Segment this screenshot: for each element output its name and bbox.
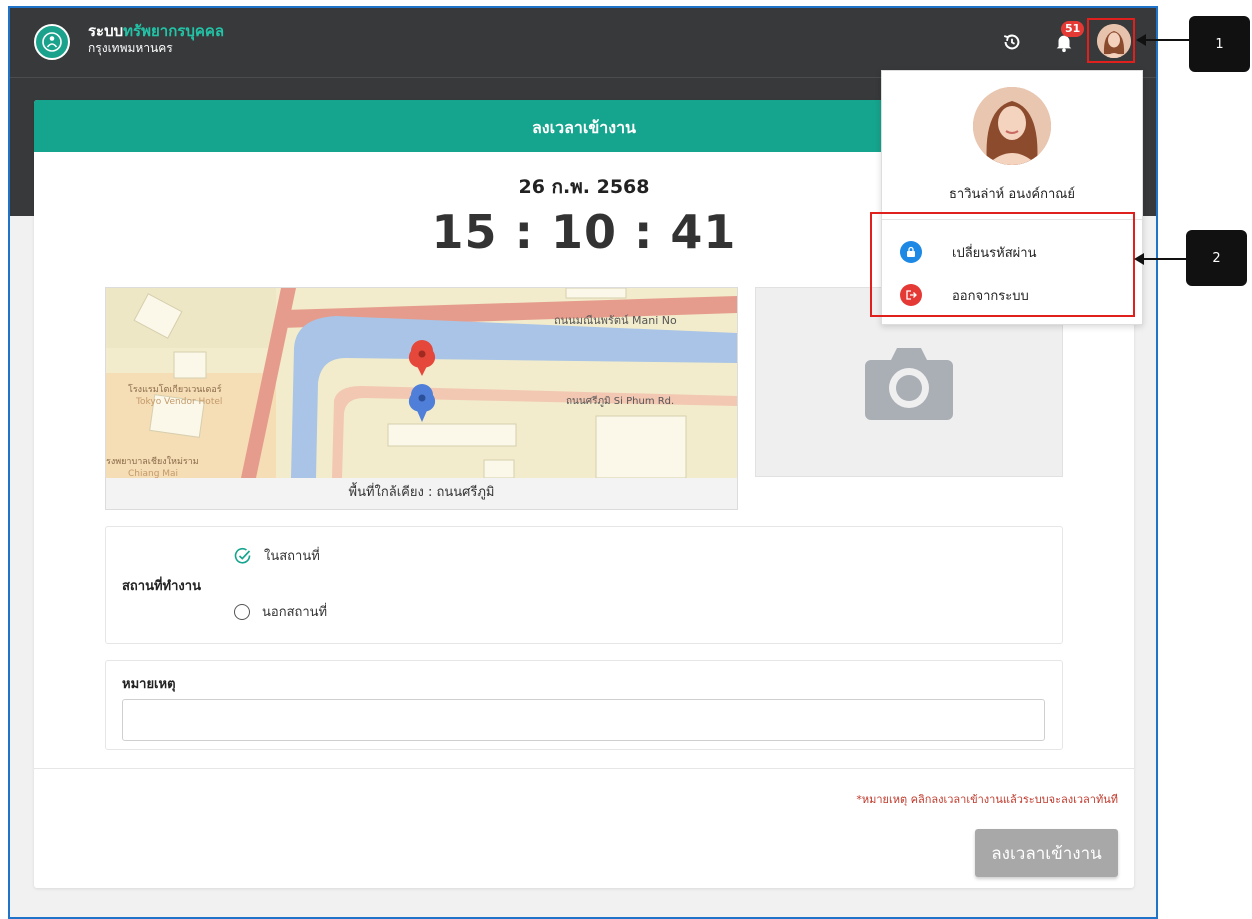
check-circle-icon[interactable] [234,547,252,565]
radio-offsite-label: นอกสถานที่ [262,605,328,620]
notification-badge: 51 [1061,21,1085,37]
callout-1: 1 [1189,16,1250,72]
profile-name: ธาวินล่าห์ อนงค์กาณย์ [949,187,1075,202]
work-location-label: สถานที่ทำงาน [122,579,201,594]
callout-arrow-1 [1136,34,1190,46]
app-window: ระบบทรัพยากรบุคคล กรุงเทพมหานคร 51 ลงเวล… [8,6,1158,919]
map-canvas[interactable]: ถนนมณีนพรัตน์ Mani No ถนนศรีภูมิ Si Phum… [106,288,737,478]
checkin-hint: *หมายเหตุ คลิกลงเวลาเข้างานแล้วระบบจะลงเ… [856,793,1118,806]
callout-arrow-2 [1134,253,1186,265]
profile-avatar [973,87,1051,165]
map-poi-label: Chiang Mai [128,469,178,478]
history-icon[interactable] [998,28,1026,56]
work-location-panel: สถานที่ทำงาน ในสถานที่ นอกสถานที่ [105,526,1063,644]
map-road-label: ถนนมณีนพรัตน์ Mani No [554,314,677,327]
location-map[interactable]: ถนนมณีนพรัตน์ Mani No ถนนศรีภูมิ Si Phum… [105,287,738,510]
map-caption: พื้นที่ใกล้เคียง : ถนนศรีภูมิ [348,485,495,500]
highlight-avatar [1087,18,1135,63]
highlight-menu-items [870,212,1135,317]
brand-subtitle: กรุงเทพมหานคร [88,41,173,55]
radio-circle-icon[interactable] [234,603,250,620]
note-input[interactable] [122,699,1045,741]
brand-title: ระบบทรัพยากรบุคคล [88,22,225,40]
map-road-label: ถนนศรีภูมิ Si Phum Rd. [566,395,674,407]
map-poi-label: Tokyo Vendor Hotel [135,397,222,407]
radio-onsite[interactable]: ในสถานที่ [234,545,320,566]
map-poi-label: โรงแรมโตเกียวเวนเดอร์ [128,383,222,395]
map-poi-label: รงพยาบาลเชียงใหม่ราม [106,456,199,467]
radio-onsite-label: ในสถานที่ [264,549,320,564]
checkin-submit-button[interactable]: ลงเวลาเข้างาน [975,829,1118,877]
note-label: หมายเหตุ [122,677,176,692]
camera-icon[interactable] [863,342,955,422]
note-panel: หมายเหตุ [105,660,1063,750]
section-divider [34,768,1134,769]
top-navbar: ระบบทรัพยากรบุคคล กรุงเทพมหานคร 51 [10,8,1156,78]
radio-offsite[interactable]: นอกสถานที่ [234,601,327,622]
app-logo-icon[interactable] [34,24,70,60]
callout-2: 2 [1186,230,1247,286]
